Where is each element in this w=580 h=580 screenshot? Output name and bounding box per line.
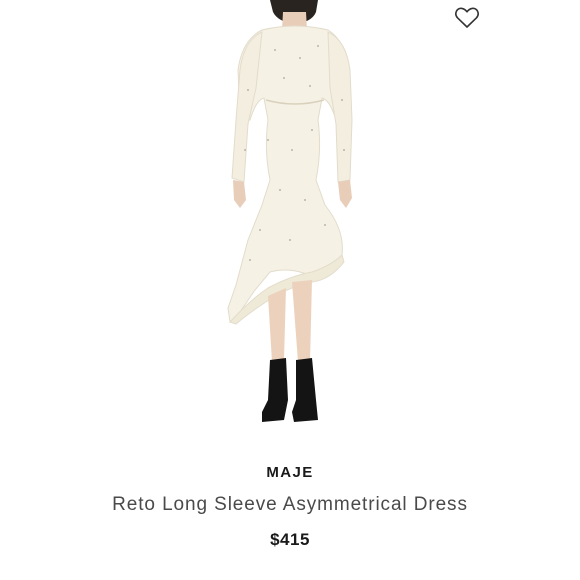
product-price: $415 [270,530,310,549]
product-card[interactable]: MAJE Reto Long Sleeve Asymmetrical Dress… [0,0,580,580]
product-image[interactable] [0,0,580,445]
heart-outline-icon [455,7,479,28]
product-title[interactable]: Reto Long Sleeve Asymmetrical Dress [0,494,580,516]
product-brand[interactable]: MAJE [0,464,580,481]
model-illustration [227,0,353,422]
favorite-button[interactable] [452,4,482,32]
